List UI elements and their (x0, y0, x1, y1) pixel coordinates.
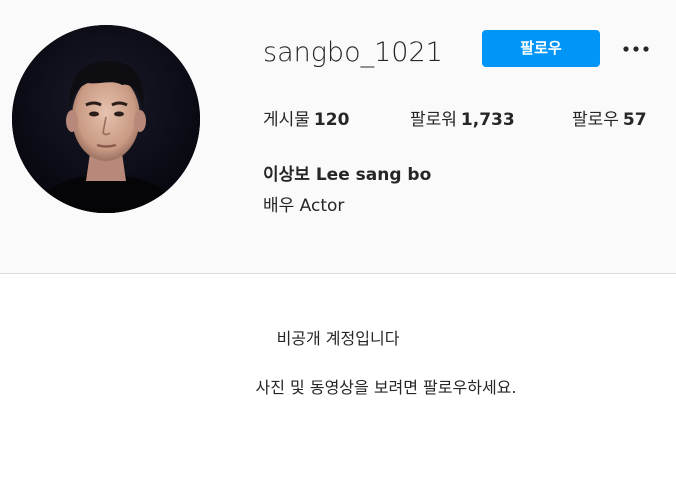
posts-label: 게시물 (263, 110, 310, 130)
more-options-button[interactable] (619, 36, 653, 62)
profile-header: sangbo_1021 팔로우 게시물 120 팔로워 1,733 팔로우 57 이상… (0, 0, 676, 274)
ellipsis-icon (623, 46, 649, 52)
username: sangbo_1021 (263, 37, 443, 68)
posts-count: 120 (313, 110, 350, 130)
private-account-description: 사진 및 동영상을 보려면 팔로우하세요. (255, 378, 517, 397)
bio: 배우 Actor (263, 196, 345, 216)
follow-button[interactable]: 팔로우 (482, 30, 600, 67)
followers-count: 1,733 (460, 110, 515, 130)
private-account-title: 비공개 계정입니다 (276, 329, 400, 348)
avatar[interactable] (12, 25, 200, 213)
display-name: 이상보 Lee sang bo (263, 165, 432, 185)
following-count: 57 (622, 110, 647, 130)
followers-stat[interactable]: 팔로워 1,733 (410, 108, 515, 132)
posts-stat: 게시물 120 (263, 108, 349, 132)
following-stat[interactable]: 팔로우 57 (572, 108, 647, 132)
private-account-notice: 비공개 계정입니다 사진 및 동영상을 보려면 팔로우하세요. (0, 274, 676, 478)
following-label: 팔로우 (572, 110, 619, 130)
followers-label: 팔로워 (410, 110, 457, 130)
